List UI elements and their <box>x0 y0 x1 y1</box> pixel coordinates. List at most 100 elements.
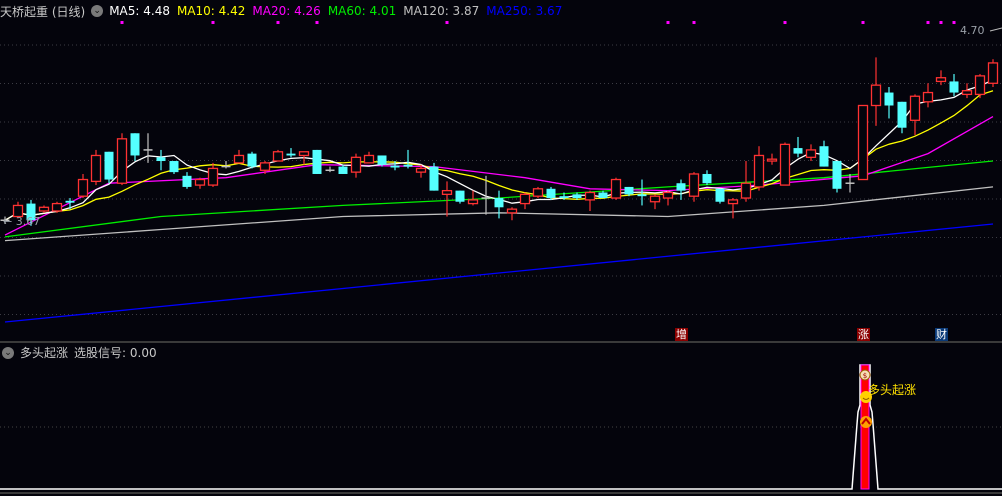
candle <box>363 151 375 164</box>
candle <box>143 133 153 163</box>
svg-text:$: $ <box>863 372 867 380</box>
candle-body <box>727 199 739 205</box>
indicator-title: 多头起涨 <box>20 346 69 360</box>
signal-dot <box>120 21 124 24</box>
candle-body <box>51 202 63 212</box>
candle-body <box>909 95 921 121</box>
candle-body <box>169 161 179 173</box>
candle <box>819 140 829 167</box>
candle-body <box>38 206 50 212</box>
candle <box>455 190 465 204</box>
candle <box>182 172 192 189</box>
candle <box>272 149 284 162</box>
candle-body <box>65 200 75 203</box>
candle <box>130 133 140 162</box>
candle-body <box>702 173 712 184</box>
candle <box>753 146 765 191</box>
candle-body <box>77 178 89 197</box>
signal-dot <box>315 21 319 24</box>
candle-body <box>377 155 387 165</box>
candle <box>884 86 894 119</box>
candle-body <box>974 75 986 96</box>
chevron-down-circle-icon[interactable]: ⌄ <box>91 5 104 17</box>
candle-body <box>610 178 622 199</box>
candle-body <box>766 158 778 162</box>
candle-body <box>819 146 829 167</box>
candle <box>610 177 622 200</box>
signal-dot <box>952 21 956 24</box>
candle <box>532 186 544 199</box>
candle <box>961 83 973 99</box>
candle-body <box>688 173 700 197</box>
candle <box>441 181 453 217</box>
candle-body <box>259 162 271 171</box>
event-marker[interactable]: 增 <box>675 328 688 341</box>
candle <box>494 190 504 219</box>
candle-body <box>403 164 413 167</box>
candle <box>104 151 114 184</box>
candle-body <box>286 153 296 156</box>
candle <box>715 188 725 204</box>
candle <box>935 70 947 86</box>
candle <box>325 166 335 173</box>
candle-body <box>649 195 661 203</box>
candle <box>662 190 674 206</box>
candle-body <box>90 154 102 183</box>
candle-body <box>559 196 569 199</box>
event-marker[interactable]: 财 <box>935 328 948 341</box>
candle <box>832 161 842 193</box>
candle <box>338 164 348 174</box>
signal-dot <box>926 21 930 24</box>
candle <box>584 190 596 211</box>
candle-body <box>897 101 907 128</box>
candle <box>793 136 803 158</box>
candle <box>247 151 257 169</box>
candle-body <box>832 161 842 189</box>
candle-body <box>338 166 348 174</box>
ma-legend-ma20: MA20: 4.26 <box>252 4 321 18</box>
candle <box>766 153 778 165</box>
candle <box>286 148 296 158</box>
max-price-label: 4.70 <box>960 24 985 37</box>
candle <box>403 149 413 169</box>
candle <box>727 198 739 219</box>
candle-body <box>156 157 166 162</box>
signal-dot <box>276 21 280 24</box>
candle-body <box>740 182 752 199</box>
chevron-down-circle-icon[interactable]: ⌄ <box>2 346 14 359</box>
candle <box>987 59 999 87</box>
candle-body <box>637 194 647 197</box>
candle-body <box>805 149 817 158</box>
candle-body <box>390 165 400 168</box>
candle <box>897 101 907 134</box>
signal-dot <box>666 21 670 24</box>
candle-body <box>350 156 362 173</box>
candle <box>949 74 959 97</box>
candle <box>805 144 817 162</box>
candle-body <box>779 143 791 186</box>
event-marker[interactable]: 涨 <box>857 328 870 341</box>
candle <box>90 149 102 186</box>
signal-dot <box>939 21 943 24</box>
signal-dot <box>783 21 787 24</box>
ma-legend: MA5: 4.48 MA10: 4.42 MA20: 4.26 MA60: 4.01 M… <box>109 4 562 18</box>
candle-body <box>793 148 803 154</box>
candle <box>688 172 700 202</box>
indicator-value: 选股信号: 0.00 <box>74 346 157 360</box>
candle-body <box>312 149 322 174</box>
ma-legend-ma5: MA5: 4.48 <box>109 4 170 18</box>
candle-body <box>584 191 596 201</box>
candle-body <box>546 188 556 199</box>
candle-body <box>298 151 310 157</box>
ma-legend-ma60: MA60: 4.01 <box>327 4 397 18</box>
candle-body <box>247 153 257 167</box>
candle <box>350 153 362 178</box>
candle <box>974 74 986 99</box>
candle <box>702 170 712 186</box>
candle <box>233 149 245 164</box>
candle-body <box>363 154 375 164</box>
signal-dot <box>692 21 696 24</box>
candle <box>519 192 531 210</box>
candle-body <box>870 84 882 107</box>
candle-body <box>676 183 686 191</box>
